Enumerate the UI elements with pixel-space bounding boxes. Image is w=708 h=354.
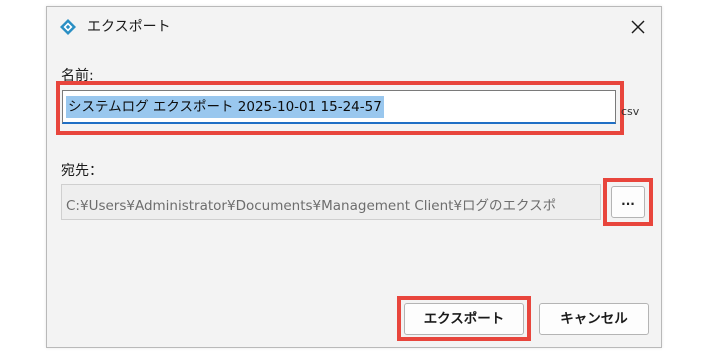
destination-field: C:¥Users¥Administrator¥Documents¥Managem…	[61, 184, 601, 220]
dialog-title: エクスポート	[87, 19, 171, 35]
browse-button-highlight	[603, 178, 653, 226]
title-bar: エクスポート	[47, 7, 661, 47]
app-diamond-icon	[59, 18, 77, 36]
close-icon	[631, 20, 645, 34]
close-button[interactable]	[615, 7, 661, 47]
screenshot-stage: エクスポート 名前: システムログ エクスポート 2025-10-01 15-2…	[0, 0, 708, 354]
export-button-highlight	[397, 296, 531, 341]
destination-label: 宛先：	[61, 163, 103, 179]
file-extension-label: csv	[621, 105, 640, 118]
cancel-button[interactable]: キャンセル	[539, 303, 649, 335]
destination-path-value: C:¥Users¥Administrator¥Documents¥Managem…	[66, 198, 557, 214]
export-dialog: エクスポート 名前: システムログ エクスポート 2025-10-01 15-2…	[46, 6, 662, 348]
name-field-highlight	[56, 81, 624, 135]
